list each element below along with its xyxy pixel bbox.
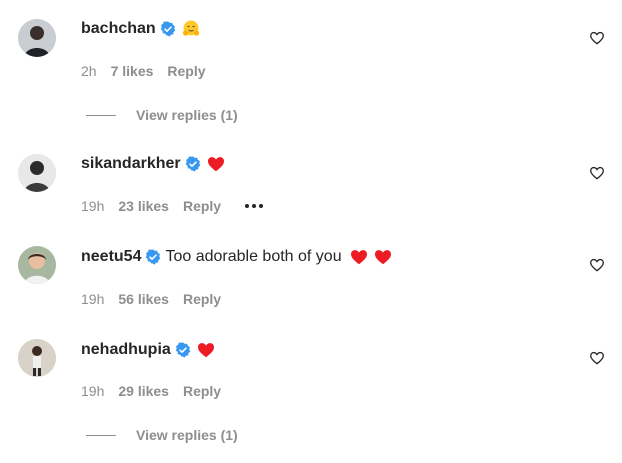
comment-text: Too adorable both of you xyxy=(165,248,342,265)
verified-badge-icon xyxy=(145,249,161,265)
likes-count[interactable]: 7 likes xyxy=(111,63,154,79)
hugging-face-emoji xyxy=(182,20,200,38)
reply-button[interactable]: Reply xyxy=(167,63,205,79)
reply-button[interactable]: Reply xyxy=(183,291,221,307)
divider-line xyxy=(86,114,116,116)
username[interactable]: sikandarkher xyxy=(81,155,181,173)
likes-count[interactable]: 56 likes xyxy=(118,291,169,307)
username[interactable]: bachchan xyxy=(81,20,156,38)
view-replies-button[interactable]: View replies (1) xyxy=(86,427,238,443)
likes-count[interactable]: 29 likes xyxy=(118,383,169,399)
comment-time[interactable]: 19h xyxy=(81,198,104,214)
comment-time[interactable]: 19h xyxy=(81,383,104,399)
username[interactable]: nehadhupia xyxy=(81,341,171,359)
reply-button[interactable]: Reply xyxy=(183,198,221,214)
reply-button[interactable]: Reply xyxy=(183,383,221,399)
more-options-icon[interactable] xyxy=(245,204,264,208)
avatar[interactable] xyxy=(18,154,56,192)
red-heart-emoji xyxy=(207,156,225,172)
like-heart-icon[interactable] xyxy=(589,165,605,181)
view-replies-label: View replies (1) xyxy=(136,427,238,443)
verified-badge-icon xyxy=(175,342,191,358)
avatar[interactable] xyxy=(18,19,56,57)
likes-count[interactable]: 23 likes xyxy=(118,198,169,214)
comment-time[interactable]: 19h xyxy=(81,291,104,307)
like-heart-icon[interactable] xyxy=(589,350,605,366)
avatar[interactable] xyxy=(18,339,56,377)
avatar[interactable] xyxy=(18,246,56,284)
view-replies-label: View replies (1) xyxy=(136,107,238,123)
red-heart-emoji xyxy=(374,249,392,265)
username[interactable]: neetu54 xyxy=(81,248,141,266)
comment-time[interactable]: 2h xyxy=(81,63,97,79)
view-replies-button[interactable]: View replies (1) xyxy=(86,107,238,123)
red-heart-emoji xyxy=(197,342,215,358)
red-heart-emoji xyxy=(350,249,368,265)
divider-line xyxy=(86,434,116,436)
verified-badge-icon xyxy=(185,156,201,172)
verified-badge-icon xyxy=(160,21,176,37)
like-heart-icon[interactable] xyxy=(589,30,605,46)
like-heart-icon[interactable] xyxy=(589,257,605,273)
